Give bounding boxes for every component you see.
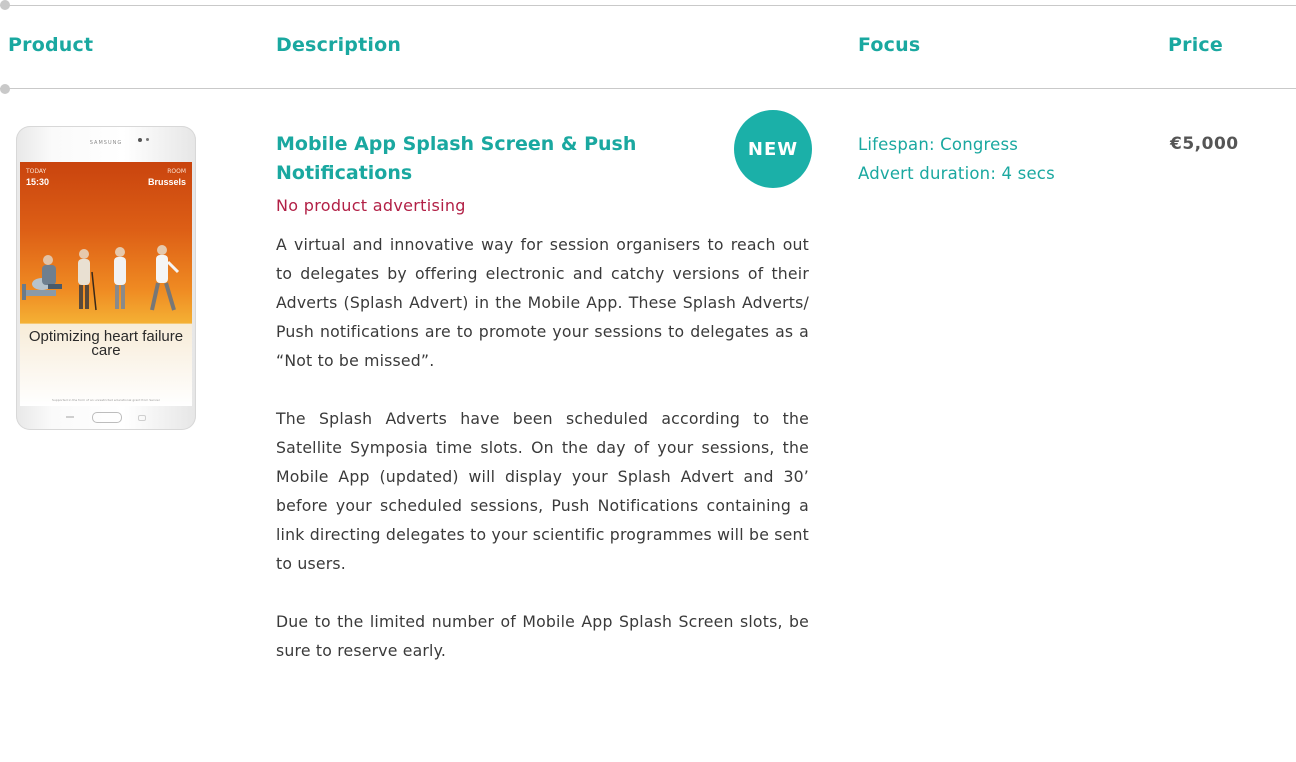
header-rule xyxy=(0,88,1296,89)
new-badge: NEW xyxy=(734,110,812,188)
tablet-brand: SAMSUNG xyxy=(89,140,123,146)
focus-duration: Advert duration: 4 secs xyxy=(858,164,1055,183)
screen-today-label: TODAY xyxy=(26,168,47,175)
screen-room: Brussels xyxy=(147,177,186,187)
description-paragraph: A virtual and innovative way for session… xyxy=(276,235,809,370)
column-header-product: Product xyxy=(8,34,94,56)
tablet-screen: TODAY 15:30 ROOM Brussels Optimizing hea… xyxy=(20,162,192,406)
screen-time: 15:30 xyxy=(26,177,50,187)
description-paragraph: Due to the limited number of Mobile App … xyxy=(276,612,809,660)
recent-apps-icon xyxy=(66,416,74,418)
header-rule-dot xyxy=(0,84,10,94)
top-rule-dot xyxy=(0,0,10,10)
home-button-icon xyxy=(92,412,122,423)
product-price: €5,000 xyxy=(1170,134,1239,154)
screen-footer: Supported in the form of an unrestricted… xyxy=(52,398,160,402)
column-header-description: Description xyxy=(276,34,402,56)
sensor-icon xyxy=(146,138,149,141)
elderly-people-illustration xyxy=(22,245,180,311)
screen-headline: Optimizing heart failure care xyxy=(28,328,184,359)
product-image-tablet: SAMSUNG TODAY 15:30 ROOM Brussels Optimi… xyxy=(16,126,196,430)
description-paragraph: The Splash Adverts have been scheduled a… xyxy=(276,409,809,573)
product-restriction: No product advertising xyxy=(276,196,466,215)
camera-icon xyxy=(138,138,142,142)
product-description: A virtual and innovative way for session… xyxy=(276,230,809,694)
top-rule xyxy=(0,5,1296,6)
column-header-focus: Focus xyxy=(858,34,921,56)
back-icon xyxy=(138,415,146,421)
column-header-price: Price xyxy=(1168,34,1223,56)
screen-room-label: ROOM xyxy=(167,168,186,175)
product-focus: Lifespan: Congress Advert duration: 4 se… xyxy=(858,130,1055,188)
focus-lifespan: Lifespan: Congress xyxy=(858,135,1019,154)
product-title: Mobile App Splash Screen & Push Notifica… xyxy=(276,133,637,184)
